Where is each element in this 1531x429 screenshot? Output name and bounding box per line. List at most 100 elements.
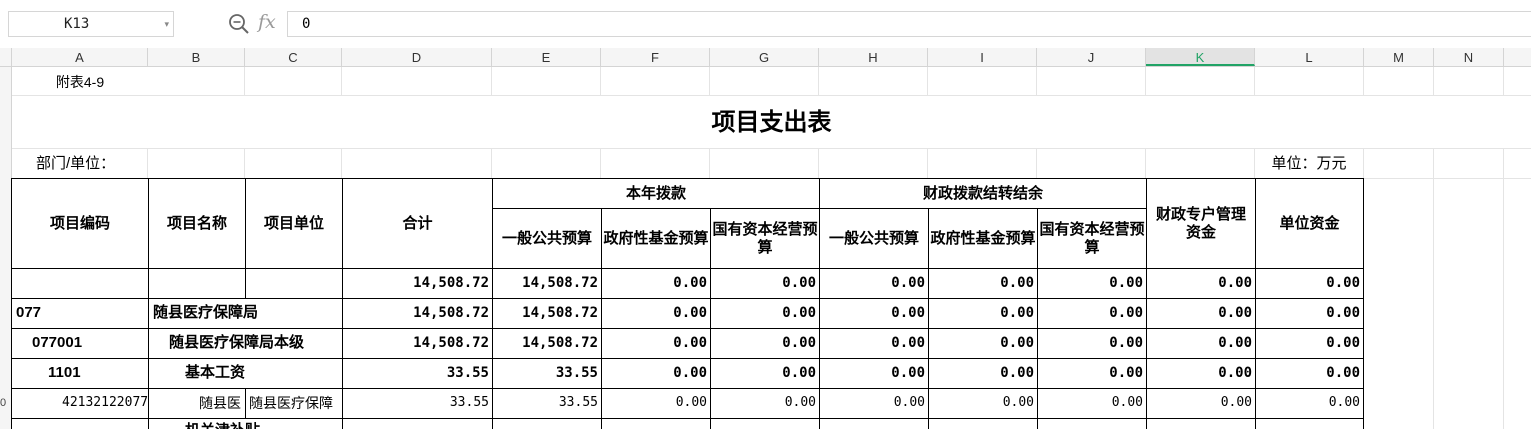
table-cell[interactable]: 0.00 <box>1146 388 1256 419</box>
table-cell[interactable]: 33.55 <box>492 388 602 419</box>
table-cell[interactable]: 077001 <box>11 328 149 359</box>
table-cell[interactable] <box>342 418 493 429</box>
select-all-corner[interactable] <box>0 48 12 66</box>
table-cell[interactable] <box>245 268 343 299</box>
table-cell[interactable]: 42132122077 <box>11 388 149 419</box>
table-cell[interactable]: 14,508.72 <box>492 268 602 299</box>
table-cell[interactable]: 0.00 <box>710 268 820 299</box>
column-header-a[interactable]: A <box>12 48 148 66</box>
table-cell[interactable] <box>148 268 246 299</box>
table-cell[interactable]: 基本工资 <box>148 358 343 389</box>
table-cell[interactable]: 33.55 <box>342 358 493 389</box>
header-gov-fund-budget: 政府性基金预算 <box>601 208 711 269</box>
header-general-budget: 一般公共预算 <box>492 208 602 269</box>
table-cell[interactable]: 14,508.72 <box>342 268 493 299</box>
column-header-n[interactable]: N <box>1434 48 1504 66</box>
table-cell[interactable]: 0.00 <box>928 358 1038 389</box>
table-cell[interactable]: 33.55 <box>342 388 493 419</box>
table-cell[interactable]: 0.00 <box>601 298 711 329</box>
function-icon[interactable]: fx <box>258 11 276 33</box>
table-cell[interactable]: 0.00 <box>928 268 1038 299</box>
row-header-number: 0 <box>0 397 7 409</box>
table-cell[interactable]: 0.00 <box>819 298 929 329</box>
table-cell[interactable]: 0.00 <box>1037 328 1147 359</box>
header-project-unit: 项目单位 <box>245 178 343 269</box>
column-header-h[interactable]: H <box>819 48 928 66</box>
name-box[interactable]: K13 ▾ <box>8 11 174 37</box>
table-cell[interactable]: 0.00 <box>710 358 820 389</box>
column-header-i[interactable]: I <box>928 48 1037 66</box>
table-cell[interactable]: 0.00 <box>1255 358 1364 389</box>
table-cell[interactable]: 0.00 <box>819 268 929 299</box>
table-cell[interactable]: 随县医疗保障局本级 <box>148 328 343 359</box>
table-cell[interactable]: 0.00 <box>1037 388 1147 419</box>
table-cell[interactable]: 0.00 <box>928 388 1038 419</box>
table-cell[interactable]: 0.00 <box>928 328 1038 359</box>
header-carryover: 财政拨款结转结余 <box>819 178 1147 209</box>
table-cell[interactable]: 14,508.72 <box>342 328 493 359</box>
table-cell[interactable] <box>1037 418 1147 429</box>
table-cell[interactable]: 1101 <box>11 358 149 389</box>
header-special-funds: 财政专户管理资金 <box>1146 178 1256 269</box>
table-cell[interactable]: 0.00 <box>928 298 1038 329</box>
spreadsheet-grid[interactable]: 0 附表4-9 项目支出表 部门/单位： 单位：万元 项目编码 项目名称 项目单… <box>0 67 1531 429</box>
column-header-c[interactable]: C <box>245 48 342 66</box>
column-header-l[interactable]: L <box>1255 48 1364 66</box>
table-cell[interactable]: 14,508.72 <box>342 298 493 329</box>
formula-value: 0 <box>302 16 311 32</box>
column-header-e[interactable]: E <box>492 48 601 66</box>
table-cell[interactable]: 0.00 <box>1146 358 1256 389</box>
unit-label: 单位：万元 <box>1255 149 1363 178</box>
page-title: 项目支出表 <box>12 96 1531 148</box>
table-cell[interactable]: 0.00 <box>601 388 711 419</box>
table-cell[interactable]: 33.55 <box>492 358 602 389</box>
column-header-g[interactable]: G <box>710 48 819 66</box>
table-cell[interactable]: 0.00 <box>1146 298 1256 329</box>
table-cell[interactable] <box>710 418 820 429</box>
table-cell[interactable]: 随县医疗保障 <box>245 388 343 419</box>
table-cell[interactable] <box>601 418 711 429</box>
table-cell[interactable] <box>11 418 149 429</box>
table-cell[interactable]: 0.00 <box>1037 268 1147 299</box>
table-cell[interactable]: 0.00 <box>601 268 711 299</box>
table-cell[interactable] <box>819 418 929 429</box>
table-cell[interactable]: 随县医疗保障局 <box>148 298 343 329</box>
table-cell[interactable]: 0.00 <box>1255 388 1364 419</box>
formula-input[interactable]: 0 <box>287 11 1531 37</box>
table-cell[interactable]: 0.00 <box>1037 358 1147 389</box>
column-header-f[interactable]: F <box>601 48 710 66</box>
table-cell[interactable] <box>1146 418 1256 429</box>
table-cell[interactable]: 077 <box>11 298 149 329</box>
table-cell[interactable]: 0.00 <box>710 388 820 419</box>
table-cell[interactable]: 0.00 <box>1255 268 1364 299</box>
table-cell[interactable]: 0.00 <box>1255 298 1364 329</box>
table-cell[interactable]: 0.00 <box>601 358 711 389</box>
table-cell[interactable]: 0.00 <box>819 358 929 389</box>
table-cell[interactable] <box>492 418 602 429</box>
column-header-b[interactable]: B <box>148 48 245 66</box>
table-cell[interactable] <box>928 418 1038 429</box>
table-cell[interactable]: 0.00 <box>1255 328 1364 359</box>
table-cell[interactable]: 0.00 <box>710 298 820 329</box>
table-cell[interactable]: 机关津补贴 <box>148 418 343 429</box>
column-header-m[interactable]: M <box>1364 48 1434 66</box>
table-cell[interactable]: 14,508.72 <box>492 328 602 359</box>
column-header-o[interactable] <box>1504 48 1531 66</box>
table-cell[interactable]: 0.00 <box>1146 268 1256 299</box>
table-cell[interactable]: 14,508.72 <box>492 298 602 329</box>
chevron-down-icon[interactable]: ▾ <box>164 19 169 30</box>
table-cell[interactable] <box>11 268 149 299</box>
column-header-d[interactable]: D <box>342 48 492 66</box>
table-cell[interactable]: 0.00 <box>819 328 929 359</box>
column-header-k[interactable]: K <box>1146 48 1255 66</box>
column-header-j[interactable]: J <box>1037 48 1146 66</box>
table-cell[interactable]: 0.00 <box>601 328 711 359</box>
formula-bar: K13 ▾ fx 0 <box>0 0 1531 49</box>
table-cell[interactable]: 0.00 <box>819 388 929 419</box>
table-cell[interactable]: 0.00 <box>1146 328 1256 359</box>
table-cell[interactable]: 随县医 <box>148 388 246 419</box>
table-cell[interactable]: 0.00 <box>1037 298 1147 329</box>
table-cell[interactable] <box>1255 418 1364 429</box>
table-cell[interactable]: 0.00 <box>710 328 820 359</box>
zoom-search-icon[interactable] <box>228 13 250 35</box>
